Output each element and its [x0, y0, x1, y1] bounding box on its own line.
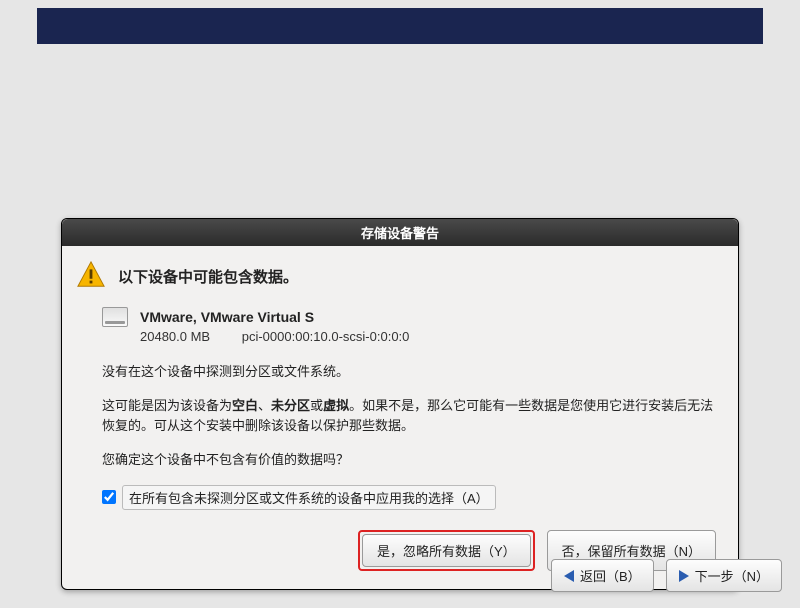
arrow-left-icon — [564, 570, 574, 582]
p2-b3: 虚拟 — [323, 398, 349, 413]
apply-all-checkbox[interactable] — [102, 490, 116, 504]
back-label: 返回（B） — [580, 566, 641, 585]
highlight-box: 是，忽略所有数据（Y） — [358, 530, 535, 571]
paragraph-3: 您确定这个设备中不包含有价值的数据吗？ — [102, 450, 718, 470]
next-button[interactable]: 下一步（N） — [666, 559, 782, 592]
p2-s2: 或 — [310, 398, 323, 413]
dialog-title: 存储设备警告 — [62, 219, 738, 246]
wizard-nav: 返回（B） 下一步（N） — [551, 559, 782, 592]
disk-icon — [102, 307, 128, 327]
apply-all-row: 在所有包含未探测分区或文件系统的设备中应用我的选择（A） — [102, 485, 718, 510]
dialog-heading: 以下设备中可能包含数据。 — [118, 266, 298, 287]
p2-pre: 这可能是因为该设备为 — [102, 398, 232, 413]
device-row: VMware, VMware Virtual S — [102, 307, 718, 327]
p2-s1: 、 — [258, 398, 271, 413]
device-meta: 20480.0 MB pci-0000:00:10.0-scsi-0:0:0:0 — [140, 329, 718, 344]
paragraph-2: 这可能是因为该设备为空白、未分区或虚拟。如果不是，那么它可能有一些数据是您使用它… — [102, 396, 718, 436]
device-name: VMware, VMware Virtual S — [140, 309, 314, 325]
yes-discard-button[interactable]: 是，忽略所有数据（Y） — [362, 534, 531, 567]
p2-b1: 空白 — [232, 398, 258, 413]
dialog-body: 以下设备中可能包含数据。 VMware, VMware Virtual S 20… — [62, 246, 738, 589]
dialog-header-row: 以下设备中可能包含数据。 — [76, 260, 718, 293]
warning-icon — [76, 260, 106, 293]
paragraph-1: 没有在这个设备中探测到分区或文件系统。 — [102, 362, 718, 382]
device-size: 20480.0 MB — [140, 329, 210, 344]
p2-b2: 未分区 — [271, 398, 310, 413]
next-label: 下一步（N） — [695, 566, 769, 585]
installer-banner — [37, 8, 763, 44]
arrow-right-icon — [679, 570, 689, 582]
storage-warning-dialog: 存储设备警告 以下设备中可能包含数据。 VMware, VMware Virtu… — [61, 218, 739, 590]
device-path: pci-0000:00:10.0-scsi-0:0:0:0 — [242, 329, 410, 344]
apply-all-label[interactable]: 在所有包含未探测分区或文件系统的设备中应用我的选择（A） — [122, 485, 496, 510]
back-button[interactable]: 返回（B） — [551, 559, 654, 592]
